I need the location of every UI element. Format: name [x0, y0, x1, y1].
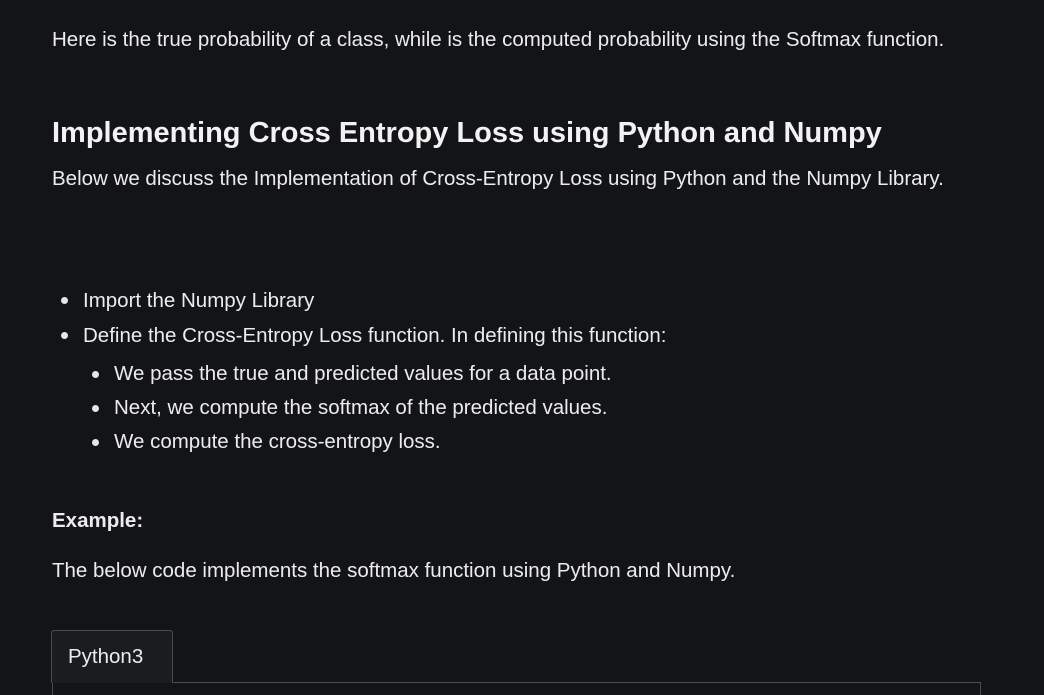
- step-text: Import the Numpy Library: [83, 289, 315, 312]
- article-content: Here is the true probability of a class,…: [0, 0, 1044, 695]
- substeps-list: We pass the true and predicted values fo…: [83, 357, 982, 459]
- example-label: Example:: [52, 509, 144, 532]
- code-intro-paragraph: The below code implements the softmax fu…: [52, 559, 736, 582]
- step-text: Define the Cross-Entropy Loss function. …: [83, 324, 667, 347]
- list-item: Define the Cross-Entropy Loss function. …: [52, 318, 982, 459]
- list-item: Import the Numpy Library: [52, 283, 982, 318]
- section-description: Below we discuss the Implementation of C…: [52, 167, 944, 190]
- code-block[interactable]: [52, 682, 981, 695]
- list-item: We compute the cross-entropy loss.: [83, 425, 982, 459]
- substep-text: We pass the true and predicted values fo…: [114, 362, 612, 385]
- steps-list: Import the Numpy Library Define the Cros…: [52, 283, 982, 459]
- substep-text: We compute the cross-entropy loss.: [114, 430, 441, 453]
- list-item: Next, we compute the softmax of the pred…: [83, 391, 982, 425]
- tab-python3[interactable]: Python3: [51, 630, 173, 683]
- intro-paragraph: Here is the true probability of a class,…: [52, 28, 945, 51]
- substep-text: Next, we compute the softmax of the pred…: [114, 396, 608, 419]
- list-item: We pass the true and predicted values fo…: [83, 357, 982, 391]
- section-heading: Implementing Cross Entropy Loss using Py…: [52, 117, 882, 149]
